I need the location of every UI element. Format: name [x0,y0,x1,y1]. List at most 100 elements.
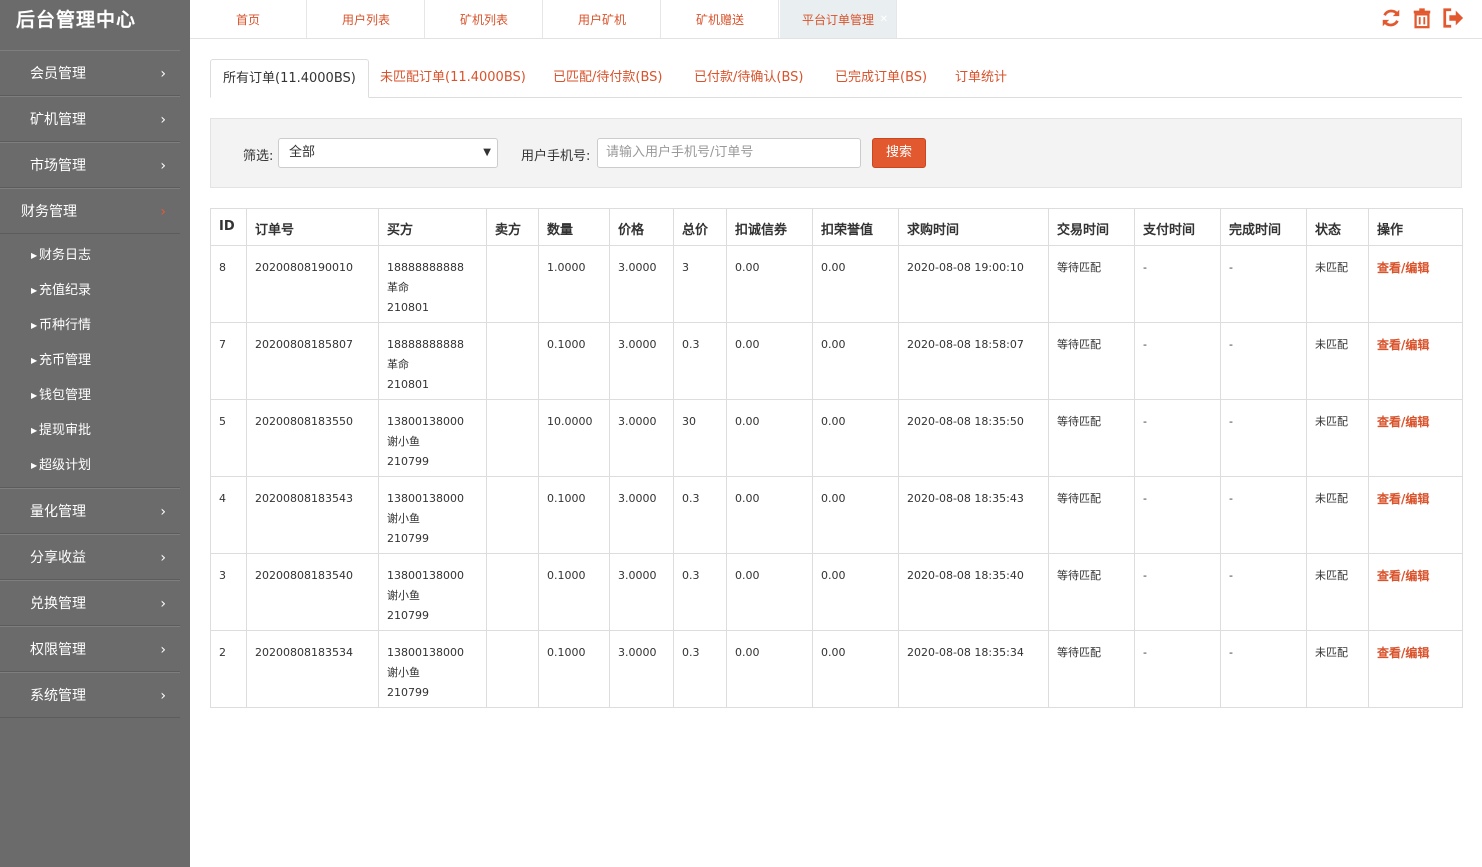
cell-pay-time: - [1134,245,1221,323]
cell-qty: 0.1000 [538,476,610,554]
tab-home[interactable]: 首页 [190,0,307,38]
view-edit-link[interactable]: 查看/编辑 [1377,492,1429,506]
view-edit-link[interactable]: 查看/编辑 [1377,415,1429,429]
search-button[interactable]: 搜索 [872,138,926,168]
column-header: 扣荣誉值 [812,208,899,246]
cell-req-time: 2020-08-08 18:35:34 [898,630,1049,708]
sidebar-subitem-finance-log[interactable]: ▶ 财务日志 [0,238,180,273]
sidebar-subitem-deposit[interactable]: ▶ 充币管理 [0,343,180,378]
subtab-all-orders[interactable]: 所有订单(11.4000BS) [210,59,369,98]
view-edit-link[interactable]: 查看/编辑 [1377,569,1429,583]
finance-submenu: ▶ 财务日志 ▶ 充值纪录 ▶ 币种行情 ▶ 充币管理 ▶ 钱包管理 ▶ 提现审批 ▶ 超级计… [0,234,180,488]
cell-id: 8 [210,245,247,323]
view-edit-link[interactable]: 查看/编辑 [1377,646,1429,660]
chevron-right-icon: › [160,158,166,174]
sidebar-subitem-recharge-record[interactable]: ▶ 充值纪录 [0,273,180,308]
cell-trade-time: 等待匹配 [1048,399,1135,477]
subtab-paid-unconfirmed[interactable]: 已付款/待确认(BS) [694,59,803,98]
buyer-phone: 13800138000 [387,569,464,582]
cell-pay-time: - [1134,399,1221,477]
sidebar-subitem-withdraw-review[interactable]: ▶ 提现审批 [0,413,180,448]
cell-action: 查看/编辑 [1368,553,1463,631]
cell-status: 未匹配 [1306,630,1369,708]
cell-order: 20200808183543 [246,476,379,554]
refresh-icon[interactable] [1380,7,1402,29]
table-header-row: ID 订单号 买方 卖方 数量 价格 总价 扣诚信券 扣荣誉值 求购时间 交易时间 支付时间 完成时间状… [210,208,1463,246]
sidebar-subitem-wallet[interactable]: ▶ 钱包管理 [0,378,180,413]
view-edit-link[interactable]: 查看/编辑 [1377,261,1429,275]
sidebar-item-member[interactable]: 会员管理 › [0,50,180,96]
sidebar-item-share-income[interactable]: 分享收益 › [0,534,180,580]
view-edit-link[interactable]: 查看/编辑 [1377,338,1429,352]
cell-trade-time: 等待匹配 [1048,476,1135,554]
cell-price: 3.0000 [609,322,674,400]
filter-label: 筛选: [243,149,274,164]
cell-qty: 0.1000 [538,322,610,400]
tab-miner-gift[interactable]: 矿机赠送 ✕ [662,0,779,38]
filter-panel: 筛选: 全部 ▼ 用户手机号: 请输入用户手机号/订单号 搜索 [210,118,1462,188]
cell-price: 3.0000 [609,553,674,631]
caret-right-icon: ▶ [31,286,38,295]
tab-label: 用户列表 [341,13,390,27]
cell-seller [486,322,539,400]
cell-honor: 0.00 [812,245,899,323]
sidebar-item-exchange[interactable]: 兑换管理 › [0,580,180,626]
cell-total: 0.3 [673,322,727,400]
cell-order: 20200808183534 [246,630,379,708]
close-icon[interactable]: ✕ [408,0,416,40]
subtab-order-stats[interactable]: 订单统计 [955,59,1007,98]
filter-select[interactable]: 全部 ▼ [278,138,498,168]
table-row: 5 20200808183550 13800138000 谢小鱼 210799 10.00… [210,399,1463,477]
sidebar-subitem-coin-quotes[interactable]: ▶ 币种行情 [0,308,180,343]
main-content: 所有订单(11.4000BS) 未匹配订单(11.4000BS) 已匹配/待付款… [210,59,1463,708]
sidebar-item-label: 权限管理 [30,642,86,658]
sidebar-item-permission[interactable]: 权限管理 › [0,626,180,672]
sidebar-subitem-label: 提现审批 [39,423,92,438]
trash-icon[interactable] [1411,7,1433,29]
sidebar-subitem-super-plan[interactable]: ▶ 超级计划 [0,448,180,483]
sidebar-item-system[interactable]: 系统管理 › [0,672,180,718]
cell-total: 0.3 [673,553,727,631]
cell-done-time: - [1220,476,1307,554]
cell-coupon: 0.00 [726,399,813,477]
chevron-right-icon: › [160,112,166,128]
cell-qty: 0.1000 [538,630,610,708]
tab-platform-orders[interactable]: 平台订单管理 ✕ [780,0,897,38]
subtab-matched-unpaid[interactable]: 已匹配/待付款(BS) [553,59,662,98]
cell-action: 查看/编辑 [1368,630,1463,708]
logout-icon[interactable] [1442,7,1464,29]
table-row: 3 20200808183540 13800138000 谢小鱼 210799 0.100… [210,553,1463,631]
cell-req-time: 2020-08-08 18:35:50 [898,399,1049,477]
sidebar-subitem-label: 充值纪录 [39,283,92,298]
close-icon[interactable]: ✕ [526,0,534,40]
phone-label: 用户手机号: [521,149,591,164]
phone-search-input[interactable]: 请输入用户手机号/订单号 [597,138,861,168]
cell-honor: 0.00 [812,553,899,631]
table-row: 7 20200808185807 18888888888 革命 210801 0.1000… [210,322,1463,400]
sidebar-item-quant[interactable]: 量化管理 › [0,488,180,534]
column-header: 订单号 [246,208,379,246]
sidebar-subitem-label: 超级计划 [39,458,92,473]
sidebar-item-finance[interactable]: 财务管理 › [0,188,180,234]
tab-miner-list[interactable]: 矿机列表 ✕ [426,0,543,38]
close-icon[interactable]: ✕ [644,0,652,40]
buyer-code: 210801 [387,301,429,314]
close-icon[interactable]: ✕ [762,0,770,40]
cell-done-time: - [1220,322,1307,400]
cell-trade-time: 等待匹配 [1048,553,1135,631]
sidebar-item-miner[interactable]: 矿机管理 › [0,96,180,142]
table-row: 4 20200808183543 13800138000 谢小鱼 210799 0.100… [210,476,1463,554]
cell-req-time: 2020-08-08 18:58:07 [898,322,1049,400]
top-icons [1375,7,1464,31]
buyer-name: 谢小鱼 [387,512,420,525]
column-header: 卖方 [486,208,539,246]
buyer-name: 革命 [387,281,409,294]
tab-user-list[interactable]: 用户列表 ✕ [308,0,425,38]
sidebar-item-market[interactable]: 市场管理 › [0,142,180,188]
subtab-unmatched[interactable]: 未匹配订单(11.4000BS) [380,59,526,98]
subtab-completed[interactable]: 已完成订单(BS) [835,59,927,98]
chevron-right-icon: › [160,642,166,658]
filter-select-value: 全部 [289,145,316,160]
tab-user-miner[interactable]: 用户矿机 ✕ [544,0,661,38]
close-icon[interactable]: ✕ [880,0,888,40]
